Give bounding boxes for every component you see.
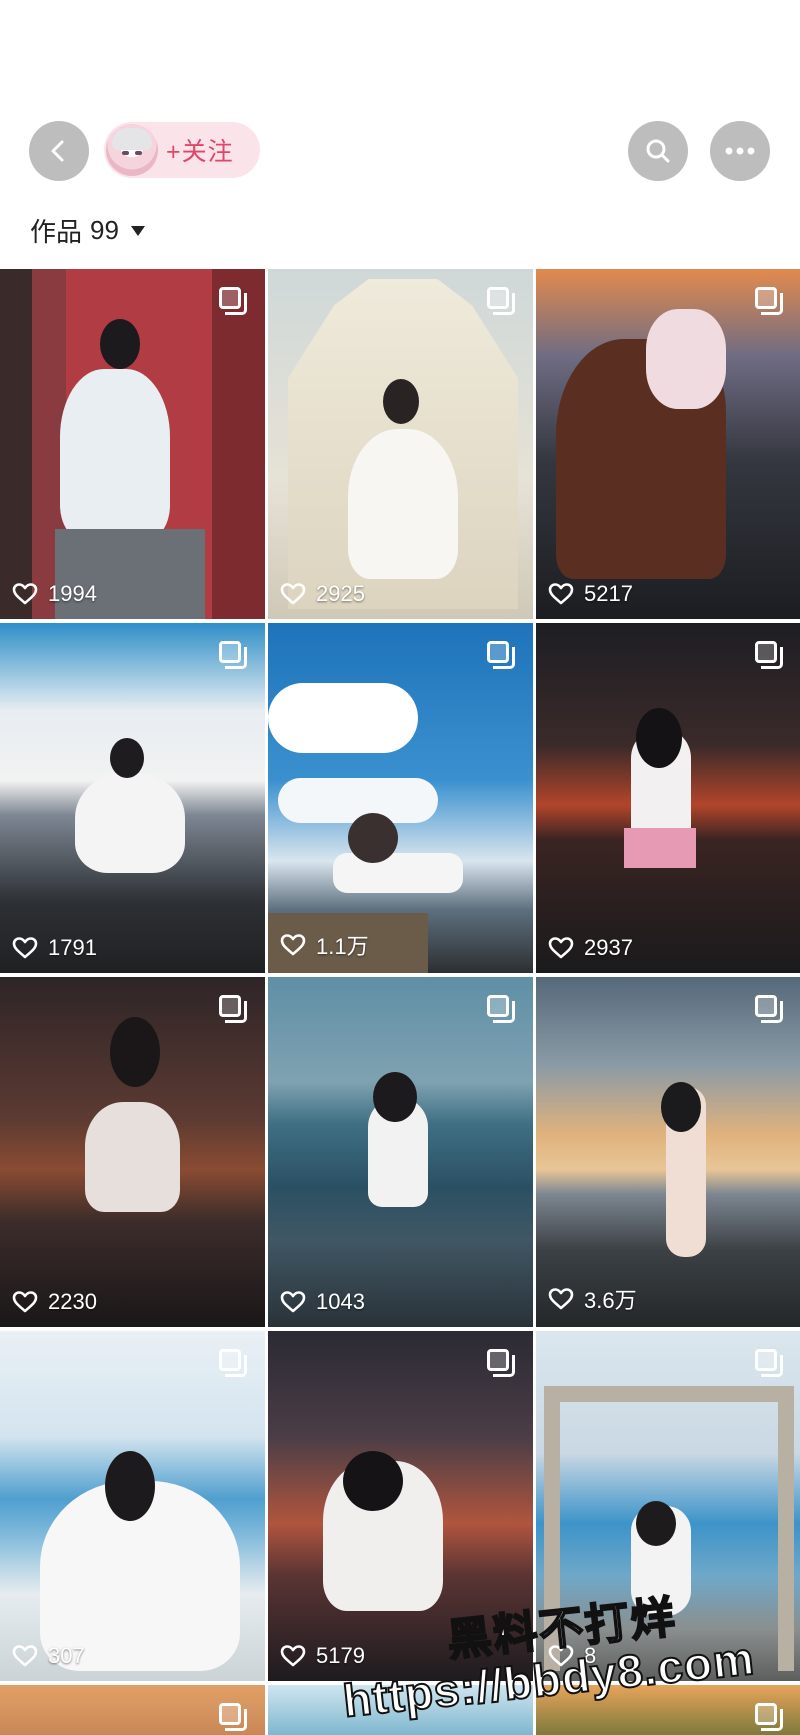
- like-count: 1.1万: [280, 929, 369, 961]
- heart-icon: [12, 583, 38, 605]
- like-count: 307: [12, 1643, 85, 1669]
- profile-header: +关注: [0, 0, 800, 210]
- multi-image-icon: [219, 641, 247, 669]
- multi-image-icon: [219, 287, 247, 315]
- post-tile[interactable]: 5217: [536, 269, 800, 619]
- like-count-value: 1791: [48, 935, 97, 960]
- like-count-value: 2925: [316, 581, 365, 606]
- chevron-left-icon: [51, 140, 64, 162]
- heart-icon: [12, 1291, 38, 1313]
- like-count-value: 3.6万: [584, 1288, 637, 1313]
- post-tile[interactable]: 1.1万: [268, 623, 533, 973]
- multi-image-icon: [755, 287, 783, 315]
- post-tile[interactable]: 1791: [0, 623, 265, 973]
- works-count: 99: [90, 215, 119, 245]
- follow-button[interactable]: +关注: [104, 122, 260, 178]
- post-tile[interactable]: [0, 1685, 265, 1735]
- like-count: 1043: [280, 1289, 365, 1315]
- post-tile[interactable]: 2937: [536, 623, 800, 973]
- heart-icon: [280, 1291, 306, 1313]
- works-filter[interactable]: 作品 99: [30, 212, 145, 249]
- dropdown-caret-icon: [130, 225, 145, 236]
- like-count-value: 1.1万: [316, 934, 369, 959]
- multi-image-icon: [487, 1349, 515, 1377]
- like-count-value: 2937: [584, 935, 633, 960]
- post-tile[interactable]: 1043: [268, 977, 533, 1327]
- post-tile[interactable]: 2230: [0, 977, 265, 1327]
- heart-icon: [280, 1645, 306, 1667]
- like-count: 3.6万: [548, 1283, 637, 1315]
- multi-image-icon: [755, 995, 783, 1023]
- heart-icon: [280, 934, 306, 956]
- like-count: 2925: [280, 581, 365, 607]
- multi-image-icon: [487, 641, 515, 669]
- like-count: 1994: [12, 581, 97, 607]
- heart-icon: [280, 583, 306, 605]
- like-count-value: 2230: [48, 1289, 97, 1314]
- multi-image-icon: [755, 1349, 783, 1377]
- more-icon: [725, 147, 755, 155]
- multi-image-icon: [487, 287, 515, 315]
- like-count: 1791: [12, 935, 97, 961]
- search-icon: [646, 139, 670, 163]
- post-tile[interactable]: 307: [0, 1331, 265, 1681]
- like-count: 5217: [548, 581, 633, 607]
- multi-image-icon: [755, 641, 783, 669]
- like-count-value: 1994: [48, 581, 97, 606]
- like-count-value: 5217: [584, 581, 633, 606]
- multi-image-icon: [487, 995, 515, 1023]
- heart-icon: [548, 583, 574, 605]
- post-tile[interactable]: 3.6万: [536, 977, 800, 1327]
- follow-label: +关注: [166, 138, 234, 166]
- heart-icon: [548, 937, 574, 959]
- multi-image-icon: [755, 1703, 783, 1731]
- like-count-value: 307: [48, 1643, 85, 1668]
- like-count: 2230: [12, 1289, 97, 1315]
- like-count-value: 1043: [316, 1289, 365, 1314]
- heart-icon: [12, 1645, 38, 1667]
- more-button[interactable]: [710, 121, 770, 181]
- heart-icon: [548, 1288, 574, 1310]
- heart-icon: [12, 937, 38, 959]
- like-count: 2937: [548, 935, 633, 961]
- multi-image-icon: [219, 1349, 247, 1377]
- multi-image-icon: [219, 995, 247, 1023]
- post-tile[interactable]: 1994: [0, 269, 265, 619]
- works-label: 作品: [30, 217, 83, 247]
- back-button[interactable]: [29, 121, 89, 181]
- multi-image-icon: [219, 1703, 247, 1731]
- search-button[interactable]: [628, 121, 688, 181]
- post-tile[interactable]: 2925: [268, 269, 533, 619]
- avatar: [106, 124, 158, 176]
